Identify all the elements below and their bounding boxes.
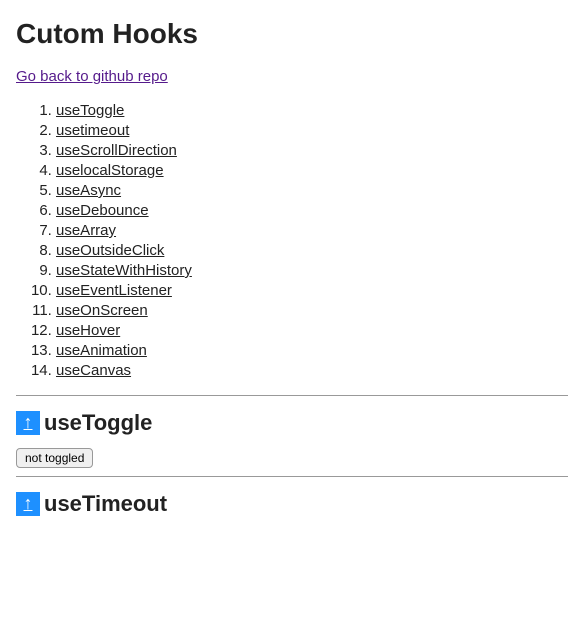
hook-link-useOnScreen[interactable]: useOnScreen [56, 302, 148, 319]
list-item: useArray [56, 222, 568, 239]
list-item: uselocalStorage [56, 162, 568, 179]
list-item: useDebounce [56, 202, 568, 219]
hook-link-useDebounce[interactable]: useDebounce [56, 202, 149, 219]
list-item: useAsync [56, 182, 568, 199]
up-arrow-icon[interactable]: ↑ [16, 492, 40, 516]
hook-link-useAnimation[interactable]: useAnimation [56, 342, 147, 359]
hook-link-useStateWithHistory[interactable]: useStateWithHistory [56, 262, 192, 279]
section-divider [16, 476, 568, 477]
section-useTimeout: ↑ useTimeout [16, 491, 568, 517]
hook-link-useOutsideClick[interactable]: useOutsideClick [56, 242, 164, 259]
hooks-list: useToggle usetimeout useScrollDirection … [16, 102, 568, 379]
hook-link-useArray[interactable]: useArray [56, 222, 116, 239]
github-repo-link[interactable]: Go back to github repo [16, 68, 168, 85]
toggle-button[interactable]: not toggled [16, 448, 93, 468]
hook-link-uselocalStorage[interactable]: uselocalStorage [56, 162, 164, 179]
section-useToggle: ↑ useToggle not toggled [16, 410, 568, 468]
list-item: useOnScreen [56, 302, 568, 319]
list-item: useEventListener [56, 282, 568, 299]
section-heading-useToggle: ↑ useToggle [16, 410, 568, 436]
hook-link-useEventListener[interactable]: useEventListener [56, 282, 172, 299]
section-divider [16, 395, 568, 396]
list-item: useScrollDirection [56, 142, 568, 159]
up-arrow-icon[interactable]: ↑ [16, 411, 40, 435]
section-title-text: useTimeout [44, 491, 167, 517]
list-item: useToggle [56, 102, 568, 119]
list-item: useHover [56, 322, 568, 339]
list-item: useCanvas [56, 362, 568, 379]
section-title-text: useToggle [44, 410, 152, 436]
list-item: useAnimation [56, 342, 568, 359]
section-heading-useTimeout: ↑ useTimeout [16, 491, 568, 517]
hook-link-usetimeout[interactable]: usetimeout [56, 122, 129, 139]
list-item: useOutsideClick [56, 242, 568, 259]
hook-link-useHover[interactable]: useHover [56, 322, 120, 339]
hook-link-useAsync[interactable]: useAsync [56, 182, 121, 199]
list-item: useStateWithHistory [56, 262, 568, 279]
hook-link-useCanvas[interactable]: useCanvas [56, 362, 131, 379]
hook-link-useScrollDirection[interactable]: useScrollDirection [56, 142, 177, 159]
hook-link-useToggle[interactable]: useToggle [56, 102, 124, 119]
list-item: usetimeout [56, 122, 568, 139]
page-title: Cutom Hooks [16, 18, 568, 50]
